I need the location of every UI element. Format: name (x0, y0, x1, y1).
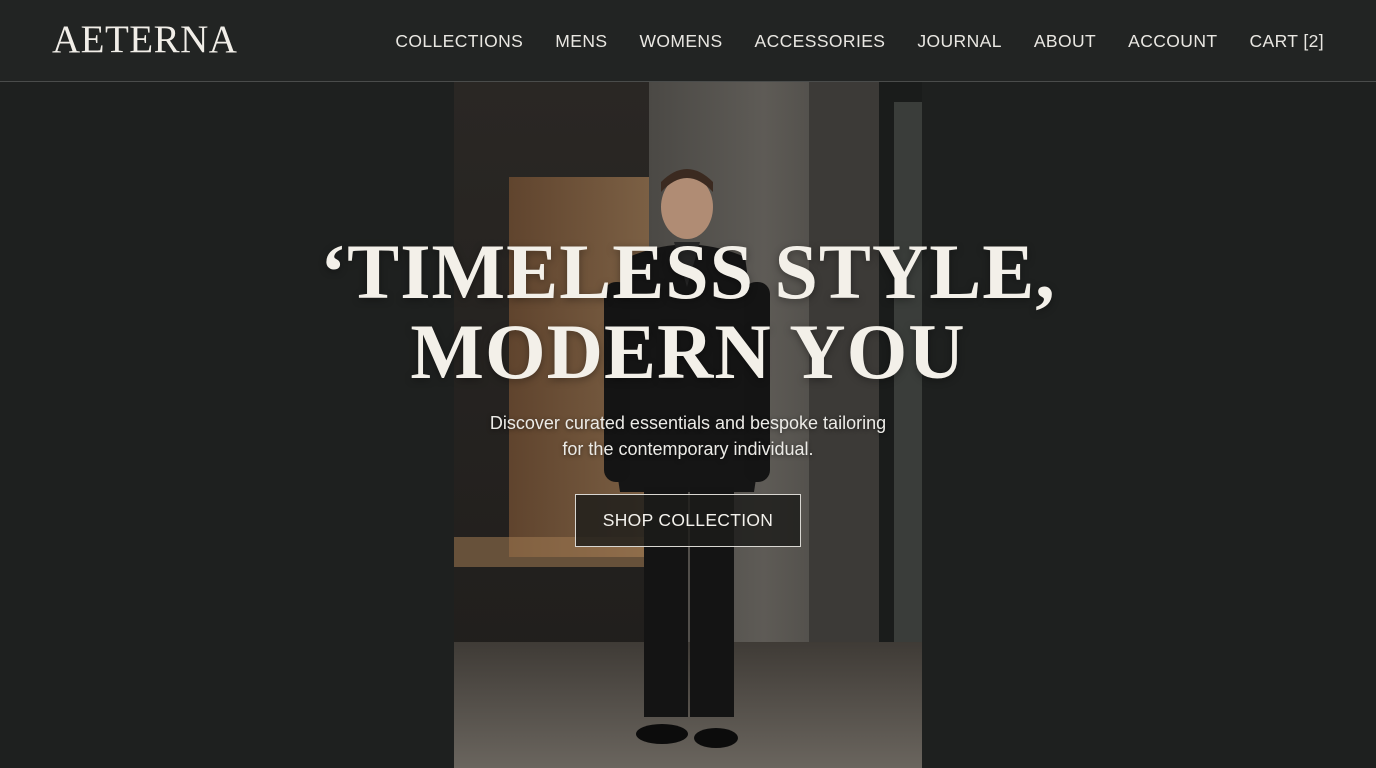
hero-subtext: Discover curated essentials and bespoke … (438, 410, 938, 462)
brand-logo[interactable]: AETERNA (52, 18, 237, 62)
nav-item-mens[interactable]: MENS (555, 31, 607, 52)
nav-item-collections[interactable]: COLLECTIONS (395, 31, 523, 52)
nav-item-womens[interactable]: WOMENS (639, 31, 722, 52)
shop-collection-button[interactable]: SHOP COLLECTION (575, 494, 801, 547)
site-header: AETERNA COLLECTIONS MENS WOMENS ACCESSOR… (0, 0, 1376, 82)
hero-headline-line1: ‘TIMELESS STYLE, (320, 228, 1056, 315)
nav-item-journal[interactable]: JOURNAL (917, 31, 1001, 52)
main-nav: COLLECTIONS MENS WOMENS ACCESSORIES JOUR… (395, 28, 1324, 54)
nav-item-about[interactable]: ABOUT (1034, 31, 1096, 52)
hero-subtext-line2: for the contemporary individual. (562, 439, 814, 459)
hero-section: ‘TIMELESS STYLE, MODERN YOU Discover cur… (0, 82, 1376, 768)
hero-headline: ‘TIMELESS STYLE, MODERN YOU (0, 232, 1376, 392)
hero-subtext-line1: Discover curated essentials and bespoke … (489, 413, 887, 433)
nav-item-accessories[interactable]: ACCESSORIES (755, 31, 886, 52)
nav-item-account[interactable]: ACCOUNT (1128, 31, 1217, 52)
page: AETERNA COLLECTIONS MENS WOMENS ACCESSOR… (0, 0, 1376, 768)
hero-headline-line2: MODERN YOU (410, 308, 966, 395)
nav-item-cart[interactable]: CART [2] (1249, 31, 1324, 52)
